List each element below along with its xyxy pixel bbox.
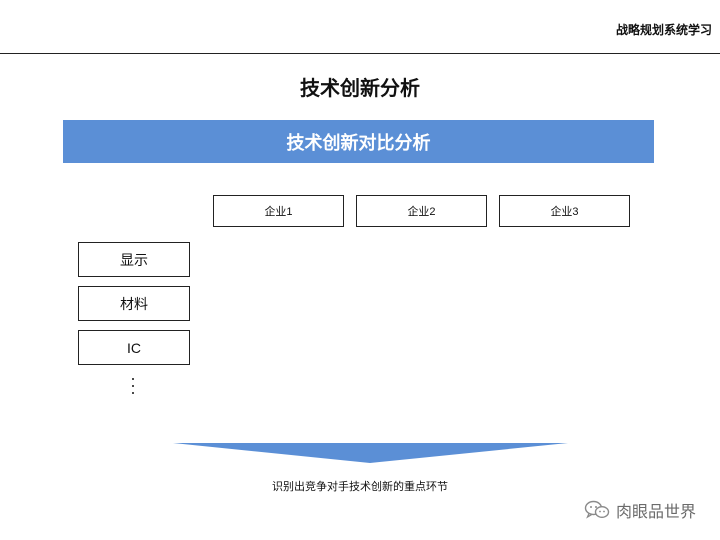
watermark-text: 肉眼品世界 — [615, 504, 696, 521]
category-box-materials: 材料 — [78, 286, 190, 321]
header-divider — [0, 53, 720, 54]
vertical-ellipsis — [130, 378, 136, 394]
company-box-2: 企业2 — [356, 195, 487, 227]
page-title: 技术创新分析 — [300, 78, 420, 100]
wechat-icon — [584, 500, 610, 519]
category-label: 显示 — [120, 251, 148, 268]
section-banner-label: 技术创新对比分析 — [286, 132, 431, 153]
company-label: 企业1 — [264, 206, 293, 218]
section-banner: 技术创新对比分析 — [63, 120, 654, 163]
company-box-1: 企业1 — [213, 195, 344, 227]
category-box-ic: IC — [78, 330, 190, 365]
watermark: 肉眼品世界 — [584, 498, 696, 522]
conclusion-caption: 识别出竞争对手技术创新的重点环节 — [272, 481, 448, 493]
company-label: 企业3 — [550, 206, 579, 218]
category-label: IC — [127, 339, 141, 356]
header-title: 战略规划系统学习 — [615, 23, 712, 37]
category-label: 材料 — [120, 295, 148, 312]
company-label: 企业2 — [407, 206, 436, 218]
company-box-3: 企业3 — [499, 195, 630, 227]
down-arrow-shape — [173, 443, 568, 463]
category-box-display: 显示 — [78, 242, 190, 277]
